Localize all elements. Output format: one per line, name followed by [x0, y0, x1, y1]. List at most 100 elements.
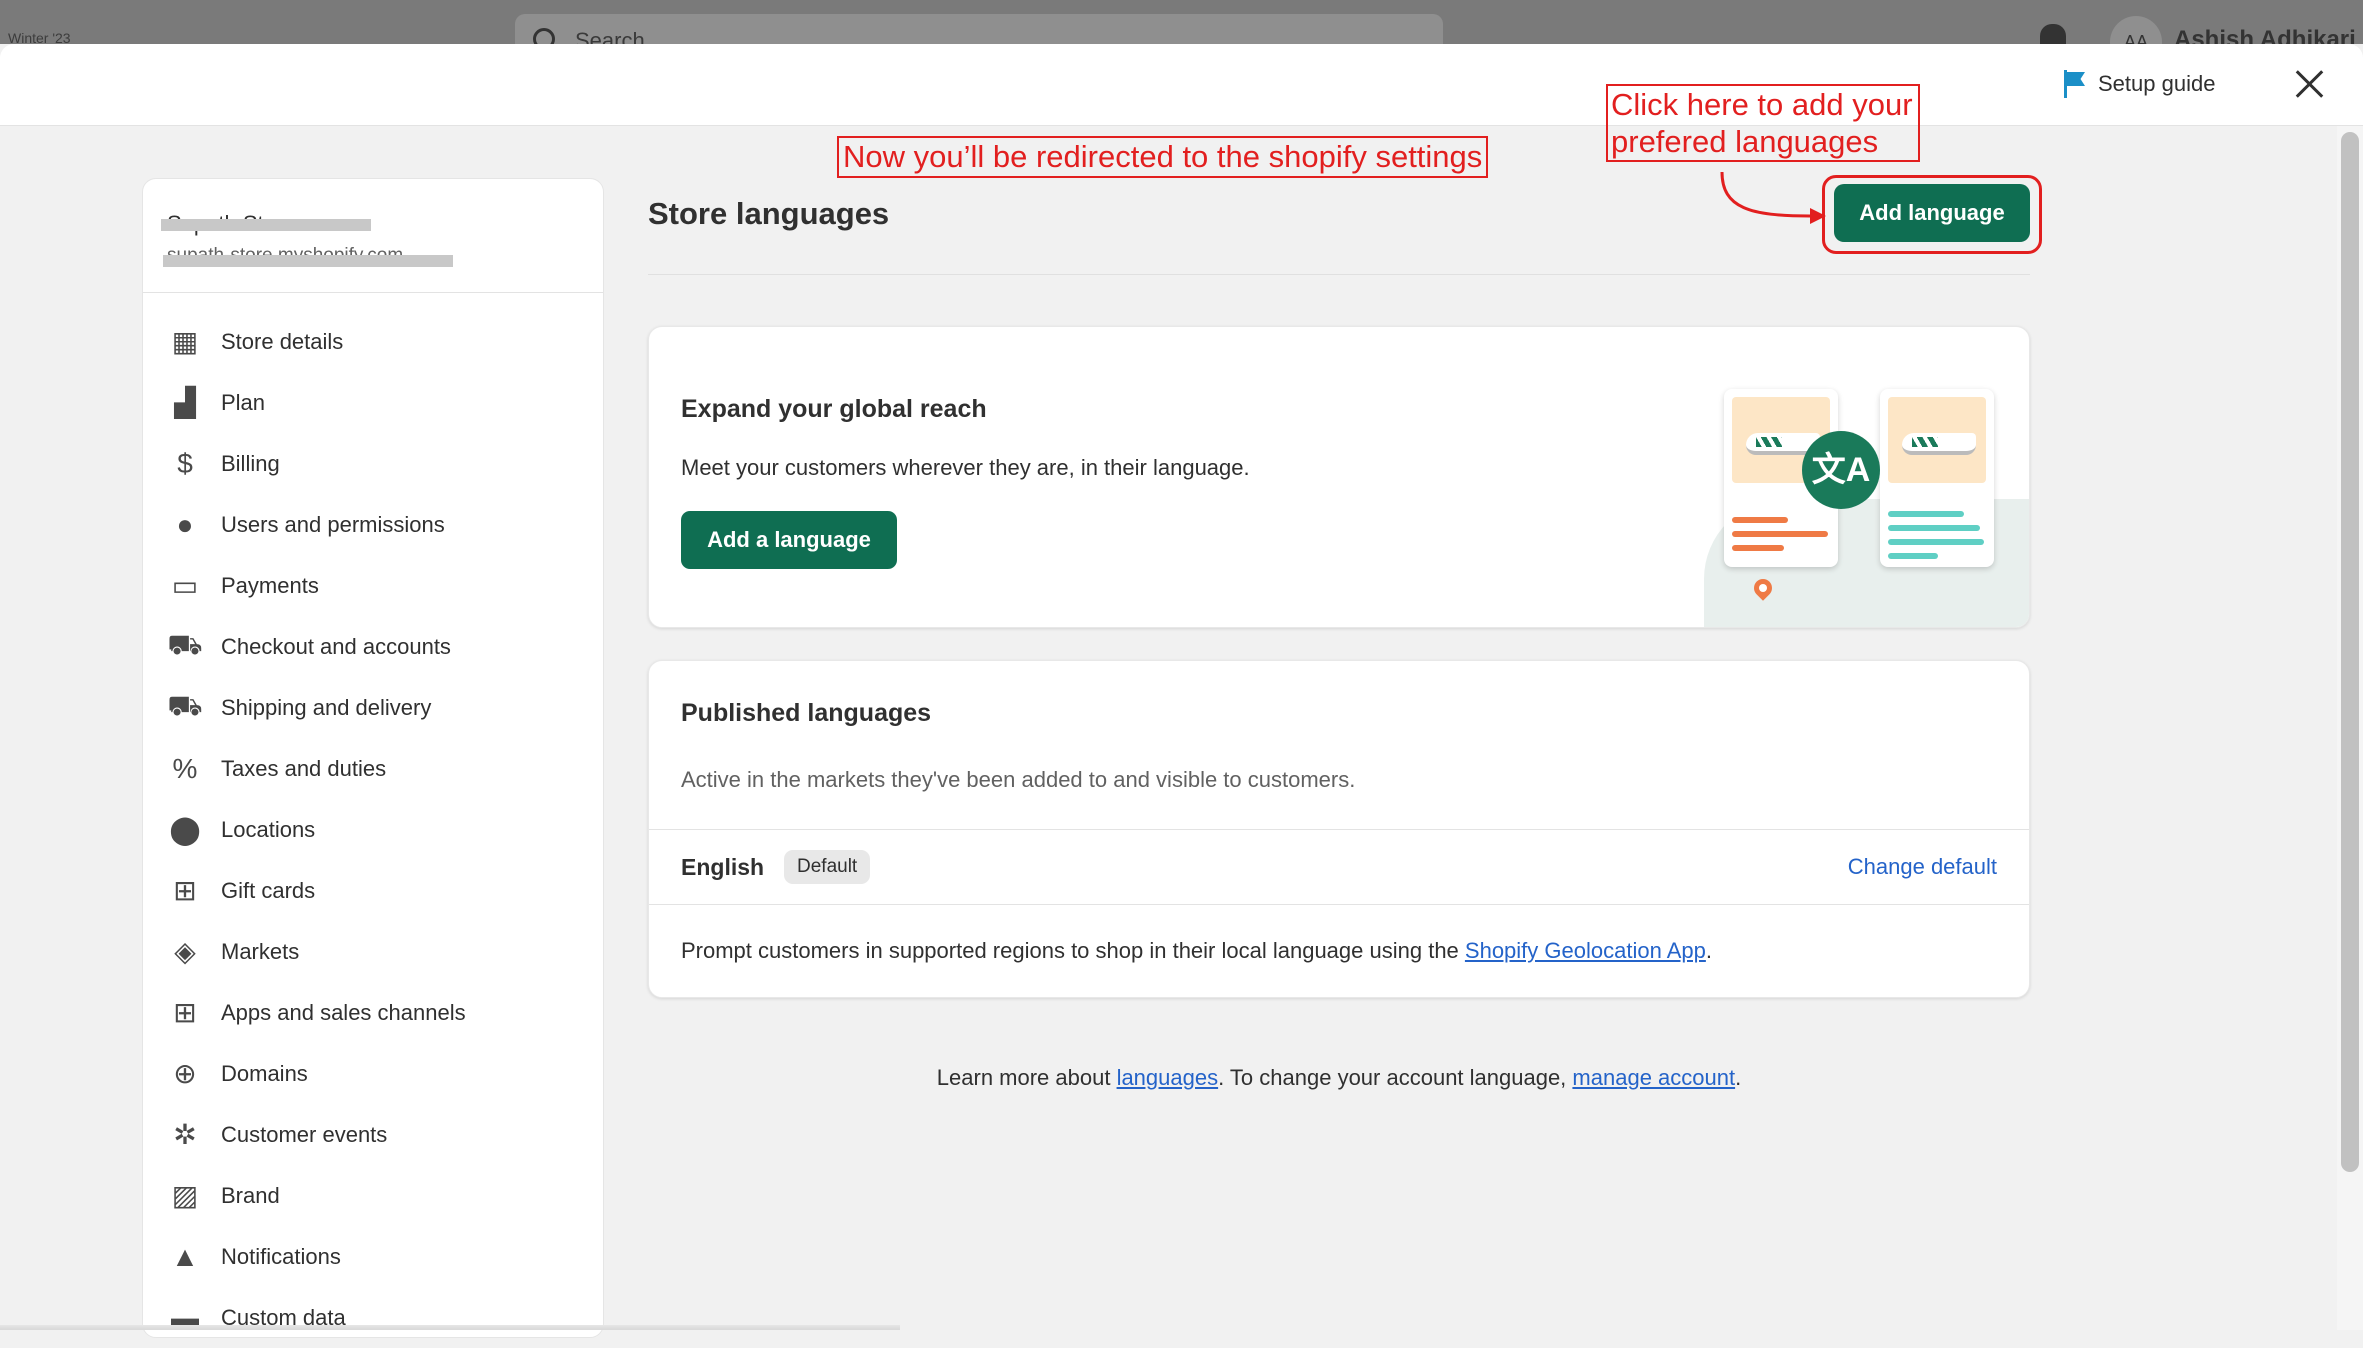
sidebar-item-store-details[interactable]: ▦ Store details: [143, 311, 603, 372]
prompt-text: Prompt customers in supported regions to…: [681, 938, 1465, 963]
shoe-image: [1902, 433, 1976, 455]
user-icon: ●: [176, 508, 194, 540]
translate-icon: 文A: [1802, 431, 1880, 509]
page-title: Store languages: [648, 196, 890, 231]
language-name: English: [681, 854, 765, 880]
card-description: Active in the markets they've been added…: [681, 767, 1356, 792]
globe-icon: ◈: [174, 936, 196, 967]
sidebar-item-label: Notifications: [221, 1243, 341, 1269]
sidebar-item-label: Taxes and duties: [221, 755, 387, 781]
sidebar-item-gift-cards[interactable]: ⊞ Gift cards: [143, 860, 603, 921]
sidebar-item-custom-data[interactable]: ▬ Custom data: [143, 1287, 603, 1348]
prompt-end: .: [1705, 938, 1712, 963]
sidebar-item-markets[interactable]: ◈ Markets: [143, 921, 603, 982]
settings-nav: ▦ Store details ▟ Plan $ Billing ● Users and…: [143, 311, 603, 1348]
search-icon: [533, 28, 555, 44]
add-a-language-button[interactable]: Add a language: [681, 511, 897, 569]
expand-reach-card: Expand your global reach Meet your custo…: [648, 326, 2030, 628]
sidebar-item-brand[interactable]: ▨ Brand: [143, 1165, 603, 1226]
background-topbar: Winter '23 Search AA Ashish Adhikari: [0, 0, 2363, 44]
geolocation-app-link[interactable]: Shopify Geolocation App: [1465, 938, 1706, 963]
store-icon: ▦: [171, 326, 199, 357]
user-name: Ashish Adhikari: [2174, 26, 2356, 44]
flag-icon: [2062, 70, 2086, 98]
sidebar-item-label: Locations: [221, 816, 316, 842]
languages-link[interactable]: languages: [1117, 1065, 1219, 1090]
location-pin-icon: ⬤: [169, 814, 201, 845]
sidebar-item-shipping[interactable]: ⛟ Shipping and delivery: [143, 677, 603, 738]
manage-account-link[interactable]: manage account: [1572, 1065, 1735, 1090]
card-description: Meet your customers wherever they are, i…: [681, 455, 1250, 480]
apps-icon: ⊞: [173, 997, 197, 1028]
settings-sidebar: Supath St supath-store.myshopify.com ▦ St…: [142, 178, 604, 1338]
change-default-link[interactable]: Change default: [1848, 854, 1997, 880]
search-placeholder: Search: [575, 28, 645, 44]
sidebar-item-customer-events[interactable]: ✲ Customer events: [143, 1104, 603, 1165]
cursor-click-icon: ✲: [173, 1119, 197, 1150]
sidebar-item-label: Customer events: [221, 1121, 388, 1147]
sidebar-item-label: Brand: [221, 1182, 280, 1208]
sidebar-item-label: Domains: [221, 1060, 308, 1086]
setup-guide-label: Setup guide: [2098, 71, 2216, 96]
redaction-bar: [163, 255, 453, 267]
gift-icon: ⊞: [173, 875, 197, 906]
footer-text: .: [1735, 1065, 1742, 1090]
annotation-highlight-ring: [1822, 175, 2042, 254]
sidebar-item-label: Payments: [221, 572, 319, 598]
sidebar-item-label: Shipping and delivery: [221, 694, 432, 720]
divider: [648, 274, 2030, 275]
sidebar-item-label: Apps and sales channels: [221, 999, 466, 1025]
brand-icon: ▨: [171, 1180, 199, 1211]
sidebar-item-label: Markets: [221, 938, 300, 964]
cart-icon: ⛟: [167, 628, 203, 660]
setup-guide-button[interactable]: Setup guide: [2062, 70, 2215, 98]
sidebar-item-users[interactable]: ● Users and permissions: [143, 494, 603, 555]
footer-text: Learn more about: [936, 1065, 1117, 1090]
published-languages-card: Published languages Active in the market…: [648, 660, 2030, 998]
payments-icon: ▭: [171, 570, 199, 601]
plan-icon: ▟: [174, 387, 196, 418]
sidebar-item-label: Billing: [221, 450, 280, 476]
annotation-click-note: Click here to add your prefered language…: [1606, 84, 1920, 162]
geolocation-prompt: Prompt customers in supported regions to…: [681, 938, 1712, 964]
scrollbar-thumb[interactable]: [2341, 132, 2359, 1172]
sidebar-item-label: Plan: [221, 389, 266, 415]
sidebar-item-taxes[interactable]: % Taxes and duties: [143, 738, 603, 799]
bottom-edge: [0, 1325, 900, 1330]
sidebar-item-label: Store details: [221, 328, 344, 354]
bell-icon: ▲: [171, 1240, 199, 1272]
default-badge: Default: [784, 850, 871, 884]
language-row: English Default Change default: [649, 829, 2029, 905]
sidebar-item-plan[interactable]: ▟ Plan: [143, 372, 603, 433]
sidebar-item-apps[interactable]: ⊞ Apps and sales channels: [143, 982, 603, 1043]
card-title: Published languages: [681, 699, 932, 727]
sidebar-item-notifications[interactable]: ▲ Notifications: [143, 1226, 603, 1287]
footer-text: . To change your account language,: [1218, 1065, 1573, 1090]
background-search-bar: Search: [515, 14, 1443, 44]
web-icon: ⊕: [173, 1058, 197, 1089]
store-header[interactable]: Supath St supath-store.myshopify.com: [143, 179, 603, 293]
translation-illustration: 文A: [1704, 379, 2029, 627]
sidebar-item-billing[interactable]: $ Billing: [143, 433, 603, 494]
sidebar-item-label: Users and permissions: [221, 511, 445, 537]
phone-mockup: [1880, 389, 1994, 567]
annotation-arrow-icon: [1720, 171, 1826, 224]
billing-icon: $: [177, 447, 193, 479]
truck-icon: ⛟: [167, 689, 203, 721]
settings-header: Setup guide: [0, 44, 2363, 126]
sidebar-item-payments[interactable]: ▭ Payments: [143, 555, 603, 616]
bell-icon: [2040, 24, 2066, 44]
sidebar-item-locations[interactable]: ⬤ Locations: [143, 799, 603, 860]
sidebar-item-label: Checkout and accounts: [221, 633, 451, 659]
sidebar-item-domains[interactable]: ⊕ Domains: [143, 1043, 603, 1104]
close-icon[interactable]: [2292, 66, 2326, 100]
redaction-bar: [161, 219, 371, 231]
footer-note: Learn more about languages. To change yo…: [648, 1065, 2030, 1091]
avatar: AA: [2110, 16, 2162, 44]
tax-icon: %: [172, 752, 198, 784]
version-chip: Winter '23: [8, 30, 71, 44]
annotation-redirect-note: Now you’ll be redirected to the shopify …: [837, 136, 1489, 178]
card-title: Expand your global reach: [681, 395, 987, 423]
sidebar-item-checkout[interactable]: ⛟ Checkout and accounts: [143, 616, 603, 677]
sidebar-item-label: Gift cards: [221, 877, 316, 903]
